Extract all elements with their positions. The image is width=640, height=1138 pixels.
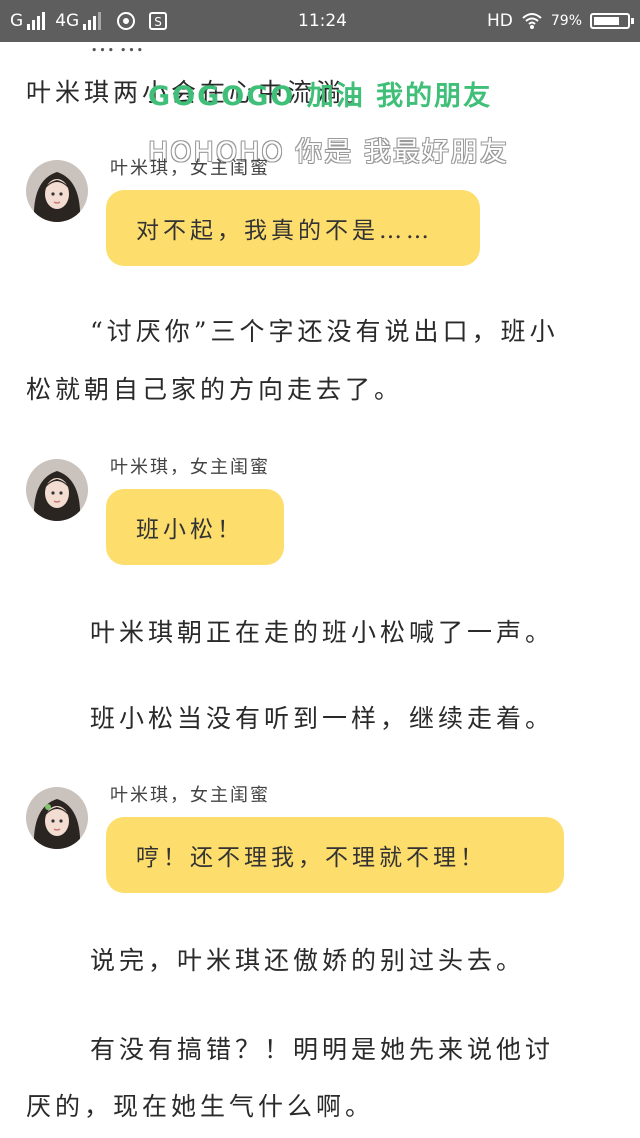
signal-icon	[27, 12, 46, 30]
carrier-label: G	[10, 11, 24, 31]
speaker-name: 叶米琪，女主闺蜜	[110, 158, 270, 179]
watermark-line-1: GOGOGO 加油 我的朋友	[148, 81, 493, 112]
network-type-label: 4G	[55, 11, 80, 31]
story-paragraph: 松就朝自己家的方向走去了。	[26, 375, 404, 404]
partial-top-line: ……	[90, 28, 148, 57]
girl-avatar-icon	[26, 459, 88, 521]
story-paragraph: 说完，叶米琪还傲娇的别过头去。	[90, 946, 526, 975]
story-paragraph: “讨厌你”三个字还没有说出口，班小	[90, 317, 559, 346]
hd-label: HD	[487, 11, 513, 31]
story-paragraph: 叶米琪朝正在走的班小松喊了一声。	[90, 618, 555, 647]
chat-bubble: 班小松！	[106, 489, 284, 565]
battery-percent: 79%	[550, 13, 582, 29]
avatar	[26, 160, 88, 222]
battery-fill	[594, 17, 619, 25]
s-notification-icon: S	[149, 12, 168, 30]
avatar	[26, 787, 88, 849]
wifi-icon	[522, 13, 542, 29]
status-right: HD 79%	[487, 10, 634, 32]
speaker-name: 叶米琪，女主闺蜜	[110, 457, 270, 478]
speaker-name: 叶米琪，女主闺蜜	[110, 785, 270, 806]
svg-text:S: S	[154, 15, 162, 29]
chat-bubble: 哼！还不理我，不理就不理！	[106, 817, 564, 893]
avatar	[26, 459, 88, 521]
story-paragraph: 厌的，现在她生气什么啊。	[26, 1092, 375, 1121]
story-paragraph: 有没有搞错？！明明是她先来说他讨	[90, 1035, 555, 1064]
girl-avatar-icon	[26, 160, 88, 222]
battery-icon	[590, 13, 634, 29]
chat-bubble: 对不起，我真的不是……	[106, 190, 480, 266]
girl-avatar-icon	[26, 787, 88, 849]
story-paragraph: 班小松当没有听到一样，继续走着。	[90, 704, 555, 733]
clock: 11:24	[298, 11, 347, 31]
